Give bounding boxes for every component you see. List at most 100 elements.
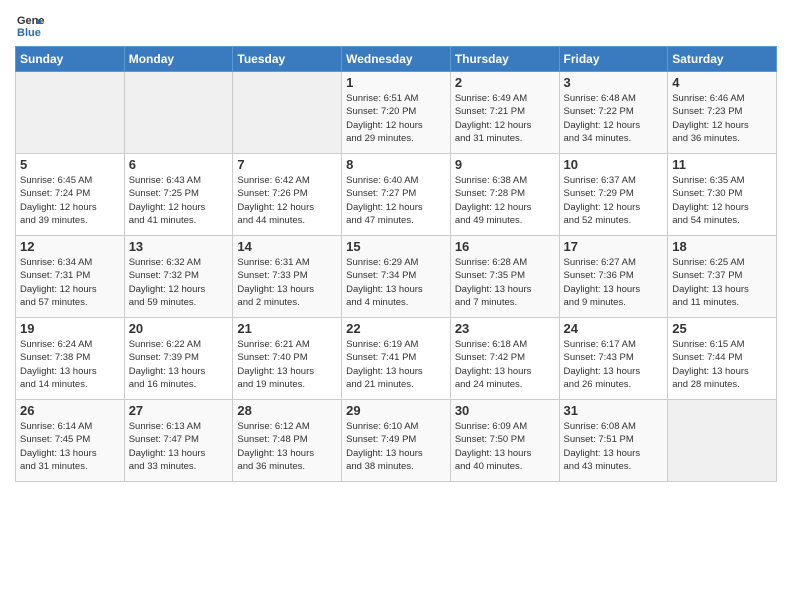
day-info: Sunrise: 6:12 AM Sunset: 7:48 PM Dayligh… xyxy=(237,420,337,473)
day-number: 27 xyxy=(129,403,229,418)
svg-text:General: General xyxy=(17,15,45,27)
calendar-cell: 20Sunrise: 6:22 AM Sunset: 7:39 PM Dayli… xyxy=(124,318,233,400)
calendar-cell xyxy=(124,72,233,154)
day-number: 7 xyxy=(237,157,337,172)
weekday-header-monday: Monday xyxy=(124,47,233,72)
calendar-week-row: 26 Sunrise: 6:14 AM Sunset: 7:45 PM Dayli… xyxy=(16,400,777,482)
day-info: Sunrise: 6:19 AM Sunset: 7:41 PM Dayligh… xyxy=(346,338,446,391)
calendar-cell xyxy=(668,400,777,482)
page-header: General Blue xyxy=(15,10,777,40)
calendar-week-row: 19 Sunrise: 6:24 AM Sunset: 7:38 PM Dayli… xyxy=(16,318,777,400)
calendar-cell: 19 Sunrise: 6:24 AM Sunset: 7:38 PM Dayli… xyxy=(16,318,125,400)
day-number: 2 xyxy=(455,75,555,90)
day-number: 5 xyxy=(20,157,120,172)
day-number: 22 xyxy=(346,321,446,336)
day-info: Sunrise: 6:21 AM Sunset: 7:40 PM Dayligh… xyxy=(237,338,337,391)
day-info: Sunrise: 6:42 AM Sunset: 7:26 PM Dayligh… xyxy=(237,174,337,227)
day-info: Sunrise: 6:25 AM Sunset: 7:37 PM Dayligh… xyxy=(672,256,772,309)
day-number: 31 xyxy=(564,403,664,418)
calendar-table: SundayMondayTuesdayWednesdayThursdayFrid… xyxy=(15,46,777,482)
day-number: 6 xyxy=(129,157,229,172)
calendar-cell: 9 Sunrise: 6:38 AM Sunset: 7:28 PM Daylig… xyxy=(450,154,559,236)
day-number: 10 xyxy=(564,157,664,172)
calendar-cell: 31 Sunrise: 6:08 AM Sunset: 7:51 PM Dayli… xyxy=(559,400,668,482)
day-number: 25 xyxy=(672,321,772,336)
calendar-cell: 25 Sunrise: 6:15 AM Sunset: 7:44 PM Dayli… xyxy=(668,318,777,400)
calendar-cell: 29 Sunrise: 6:10 AM Sunset: 7:49 PM Dayli… xyxy=(342,400,451,482)
day-info: Sunrise: 6:14 AM Sunset: 7:45 PM Dayligh… xyxy=(20,420,120,473)
day-info: Sunrise: 6:29 AM Sunset: 7:34 PM Dayligh… xyxy=(346,256,446,309)
weekday-header-saturday: Saturday xyxy=(668,47,777,72)
calendar-cell: 4 Sunrise: 6:46 AM Sunset: 7:23 PM Daylig… xyxy=(668,72,777,154)
day-number: 30 xyxy=(455,403,555,418)
weekday-header-row: SundayMondayTuesdayWednesdayThursdayFrid… xyxy=(16,47,777,72)
day-number: 4 xyxy=(672,75,772,90)
weekday-header-friday: Friday xyxy=(559,47,668,72)
calendar-cell: 17Sunrise: 6:27 AM Sunset: 7:36 PM Dayli… xyxy=(559,236,668,318)
calendar-cell xyxy=(233,72,342,154)
day-number: 11 xyxy=(672,157,772,172)
calendar-cell: 13 Sunrise: 6:32 AM Sunset: 7:32 PM Dayli… xyxy=(124,236,233,318)
calendar-cell: 18 Sunrise: 6:25 AM Sunset: 7:37 PM Dayli… xyxy=(668,236,777,318)
day-info: Sunrise: 6:09 AM Sunset: 7:50 PM Dayligh… xyxy=(455,420,555,473)
calendar-cell: 7 Sunrise: 6:42 AM Sunset: 7:26 PM Daylig… xyxy=(233,154,342,236)
logo: General Blue xyxy=(15,10,45,40)
day-info: Sunrise: 6:17 AM Sunset: 7:43 PM Dayligh… xyxy=(564,338,664,391)
calendar-cell: 3 Sunrise: 6:48 AM Sunset: 7:22 PM Daylig… xyxy=(559,72,668,154)
day-number: 23 xyxy=(455,321,555,336)
day-number: 3 xyxy=(564,75,664,90)
day-info: Sunrise: 6:43 AM Sunset: 7:25 PM Dayligh… xyxy=(129,174,229,227)
calendar-cell: 14 Sunrise: 6:31 AM Sunset: 7:33 PM Dayli… xyxy=(233,236,342,318)
day-info: Sunrise: 6:28 AM Sunset: 7:35 PM Dayligh… xyxy=(455,256,555,309)
calendar-cell: 24 Sunrise: 6:17 AM Sunset: 7:43 PM Dayli… xyxy=(559,318,668,400)
calendar-cell: 22 Sunrise: 6:19 AM Sunset: 7:41 PM Dayli… xyxy=(342,318,451,400)
day-info: Sunrise: 6:15 AM Sunset: 7:44 PM Dayligh… xyxy=(672,338,772,391)
day-info: Sunrise: 6:10 AM Sunset: 7:49 PM Dayligh… xyxy=(346,420,446,473)
day-info: Sunrise: 6:45 AM Sunset: 7:24 PM Dayligh… xyxy=(20,174,120,227)
day-info: Sunrise: 6:48 AM Sunset: 7:22 PM Dayligh… xyxy=(564,92,664,145)
calendar-week-row: 5 Sunrise: 6:45 AM Sunset: 7:24 PM Daylig… xyxy=(16,154,777,236)
day-info: Sunrise: 6:37 AM Sunset: 7:29 PM Dayligh… xyxy=(564,174,664,227)
day-info: Sunrise: 6:13 AM Sunset: 7:47 PM Dayligh… xyxy=(129,420,229,473)
day-number: 21 xyxy=(237,321,337,336)
day-info: Sunrise: 6:51 AM Sunset: 7:20 PM Dayligh… xyxy=(346,92,446,145)
calendar-cell: 23Sunrise: 6:18 AM Sunset: 7:42 PM Dayli… xyxy=(450,318,559,400)
day-number: 19 xyxy=(20,321,120,336)
calendar-cell: 11Sunrise: 6:35 AM Sunset: 7:30 PM Dayli… xyxy=(668,154,777,236)
day-info: Sunrise: 6:22 AM Sunset: 7:39 PM Dayligh… xyxy=(129,338,229,391)
day-info: Sunrise: 6:31 AM Sunset: 7:33 PM Dayligh… xyxy=(237,256,337,309)
day-number: 28 xyxy=(237,403,337,418)
day-number: 17 xyxy=(564,239,664,254)
day-info: Sunrise: 6:08 AM Sunset: 7:51 PM Dayligh… xyxy=(564,420,664,473)
day-number: 8 xyxy=(346,157,446,172)
day-info: Sunrise: 6:46 AM Sunset: 7:23 PM Dayligh… xyxy=(672,92,772,145)
day-number: 29 xyxy=(346,403,446,418)
day-info: Sunrise: 6:40 AM Sunset: 7:27 PM Dayligh… xyxy=(346,174,446,227)
calendar-cell: 28 Sunrise: 6:12 AM Sunset: 7:48 PM Dayli… xyxy=(233,400,342,482)
calendar-cell: 8 Sunrise: 6:40 AM Sunset: 7:27 PM Daylig… xyxy=(342,154,451,236)
day-number: 9 xyxy=(455,157,555,172)
calendar-cell: 15 Sunrise: 6:29 AM Sunset: 7:34 PM Dayli… xyxy=(342,236,451,318)
day-info: Sunrise: 6:32 AM Sunset: 7:32 PM Dayligh… xyxy=(129,256,229,309)
weekday-header-thursday: Thursday xyxy=(450,47,559,72)
day-number: 12 xyxy=(20,239,120,254)
day-number: 13 xyxy=(129,239,229,254)
day-info: Sunrise: 6:49 AM Sunset: 7:21 PM Dayligh… xyxy=(455,92,555,145)
calendar-cell: 27 Sunrise: 6:13 AM Sunset: 7:47 PM Dayli… xyxy=(124,400,233,482)
calendar-cell: 16Sunrise: 6:28 AM Sunset: 7:35 PM Dayli… xyxy=(450,236,559,318)
day-info: Sunrise: 6:24 AM Sunset: 7:38 PM Dayligh… xyxy=(20,338,120,391)
day-number: 15 xyxy=(346,239,446,254)
calendar-cell: 21 Sunrise: 6:21 AM Sunset: 7:40 PM Dayli… xyxy=(233,318,342,400)
day-number: 18 xyxy=(672,239,772,254)
day-info: Sunrise: 6:38 AM Sunset: 7:28 PM Dayligh… xyxy=(455,174,555,227)
calendar-cell: 2 Sunrise: 6:49 AM Sunset: 7:21 PM Daylig… xyxy=(450,72,559,154)
calendar-cell: 5 Sunrise: 6:45 AM Sunset: 7:24 PM Daylig… xyxy=(16,154,125,236)
weekday-header-tuesday: Tuesday xyxy=(233,47,342,72)
calendar-cell: 1Sunrise: 6:51 AM Sunset: 7:20 PM Daylig… xyxy=(342,72,451,154)
calendar-cell: 30 Sunrise: 6:09 AM Sunset: 7:50 PM Dayli… xyxy=(450,400,559,482)
logo-icon: General Blue xyxy=(15,10,45,40)
day-number: 14 xyxy=(237,239,337,254)
day-number: 26 xyxy=(20,403,120,418)
weekday-header-wednesday: Wednesday xyxy=(342,47,451,72)
day-number: 24 xyxy=(564,321,664,336)
